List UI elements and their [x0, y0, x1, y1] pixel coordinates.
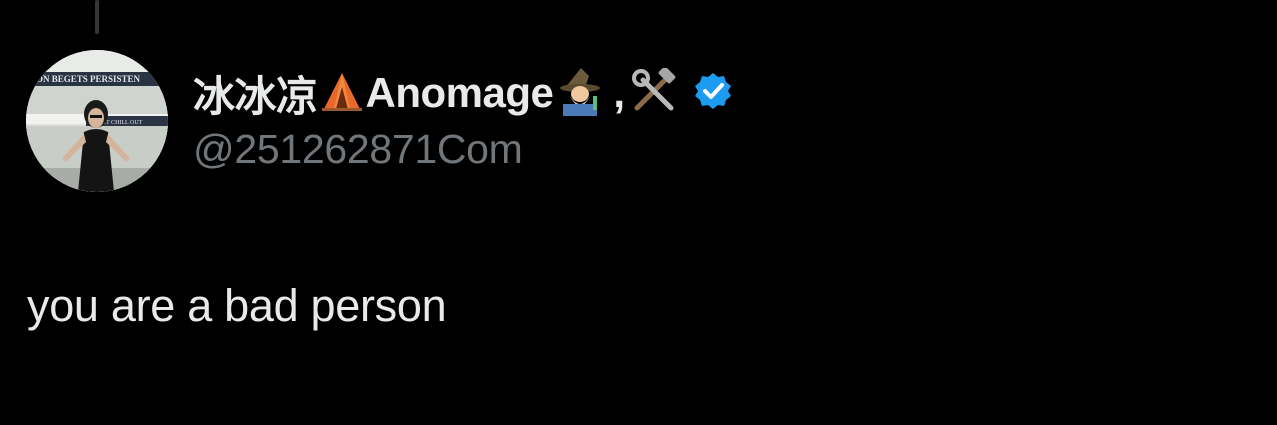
- mage-icon: [555, 66, 605, 121]
- thread-connector-line: [95, 0, 99, 34]
- author-name-row[interactable]: 冰冰凉 Anomage ,: [193, 62, 733, 124]
- author-handle[interactable]: @251262871Com: [193, 126, 733, 173]
- author-name-latin[interactable]: Anomage: [366, 69, 554, 117]
- author-name-chinese[interactable]: 冰冰凉: [193, 63, 318, 124]
- tent-icon: [320, 69, 364, 118]
- hammer-wrench-icon: [631, 66, 677, 119]
- verified-badge-icon[interactable]: [693, 71, 733, 116]
- avatar[interactable]: ON BEGETS PERSISTEN JUST CHILL OUT: [26, 50, 168, 192]
- avatar-banner-top: ON BEGETS PERSISTEN: [36, 74, 141, 84]
- tweet-text: you are a bad person: [27, 280, 447, 331]
- name-separator: ,: [613, 69, 626, 116]
- tweet-header: 冰冰凉 Anomage , @251262871Com: [193, 62, 733, 173]
